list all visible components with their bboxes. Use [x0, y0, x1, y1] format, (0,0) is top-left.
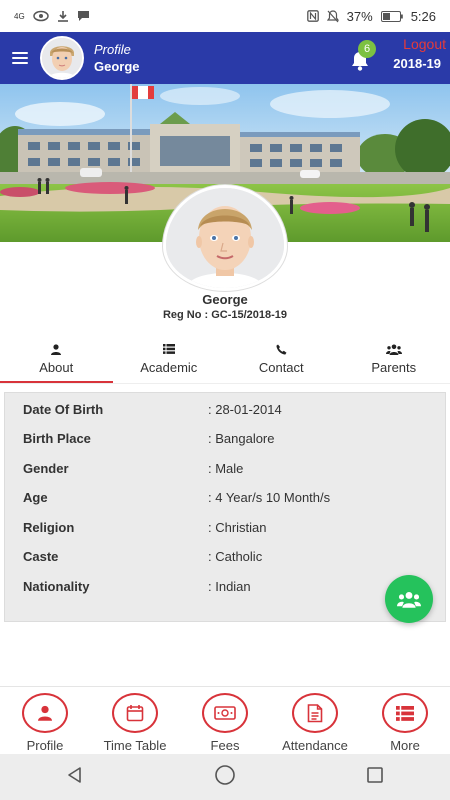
tab-parents[interactable]: Parents	[338, 334, 450, 383]
about-details-card: Date Of Birth : 28-01-2014 Birth Place :…	[4, 392, 446, 622]
detail-label: Religion	[23, 520, 75, 535]
users-icon	[385, 342, 402, 356]
document-icon	[307, 703, 323, 722]
detail-label: Birth Place	[23, 431, 91, 446]
detail-value: : Bangalore	[208, 431, 275, 446]
list-icon	[396, 705, 414, 721]
detail-value: : Male	[208, 461, 244, 476]
tab-contact-label: Contact	[258, 360, 304, 375]
header-page-label: Profile	[94, 42, 131, 57]
tab-academic-label: Academic	[140, 360, 198, 375]
mute-icon	[326, 9, 339, 23]
nav-time-table[interactable]: Time Table	[90, 687, 180, 754]
tab-academic[interactable]: Academic	[113, 334, 226, 383]
clock: 5:26	[410, 8, 436, 24]
menu-button[interactable]	[0, 32, 40, 84]
nfc-icon	[306, 10, 319, 22]
logout-button[interactable]: Logout	[403, 36, 446, 52]
system-navigation-bar	[0, 754, 450, 800]
hamburger-icon	[12, 52, 28, 64]
detail-value: : Indian	[208, 579, 251, 594]
header-avatar[interactable]	[40, 36, 84, 80]
download-icon	[57, 10, 69, 22]
academic-year[interactable]: 2018-19	[393, 56, 441, 71]
nav-more[interactable]: More	[360, 687, 450, 754]
nav-fees-label: Fees	[210, 738, 240, 753]
battery-percentage: 37%	[346, 8, 373, 24]
app-bar: Profile George 6 Logout 2018-19	[0, 32, 450, 84]
detail-value: : Catholic	[208, 549, 263, 564]
nav-time-table-label: Time Table	[103, 738, 167, 753]
money-icon	[214, 706, 236, 720]
detail-label: Date Of Birth	[23, 402, 104, 417]
tab-about[interactable]: About	[0, 334, 113, 383]
detail-label: Age	[23, 490, 48, 505]
nav-profile-label: Profile	[26, 738, 64, 753]
calendar-icon	[126, 705, 144, 722]
users-icon	[397, 591, 421, 608]
notification-button[interactable]: 6	[350, 40, 376, 71]
tab-parents-label: Parents	[371, 360, 417, 375]
student-name: George	[202, 292, 248, 307]
nav-attendance[interactable]: Attendance	[270, 687, 360, 754]
back-icon[interactable]	[65, 765, 85, 790]
eye-icon	[32, 10, 49, 22]
status-bar: 4G 37% 5:26	[0, 0, 450, 32]
tab-about-label: About	[39, 360, 74, 375]
home-icon[interactable]	[214, 764, 236, 791]
list-icon	[162, 342, 175, 356]
phone-icon	[276, 342, 287, 356]
chat-bubble-icon	[77, 10, 90, 22]
bottom-navigation: Profile Time Table Fees Attendance More	[0, 686, 450, 754]
user-icon	[51, 342, 62, 356]
detail-value: : 28-01-2014	[208, 402, 282, 417]
registration-number: Reg No : GC-15/2018-19	[162, 309, 288, 321]
tab-contact[interactable]: Contact	[225, 334, 338, 383]
notification-badge: 6	[358, 40, 376, 58]
nav-profile[interactable]: Profile	[0, 687, 90, 754]
battery-icon	[380, 10, 403, 22]
header-student-name: George	[94, 59, 140, 74]
nav-fees[interactable]: Fees	[180, 687, 270, 754]
recent-apps-icon[interactable]	[365, 765, 385, 790]
detail-label: Gender	[23, 461, 69, 476]
detail-value: : Christian	[208, 520, 267, 535]
nav-attendance-label: Attendance	[282, 738, 348, 753]
user-icon	[38, 705, 52, 721]
detail-label: Caste	[23, 549, 59, 564]
detail-label: Nationality	[23, 579, 90, 594]
nav-more-label: More	[390, 738, 420, 753]
detail-value: : 4 Year/s 10 Month/s	[208, 490, 331, 505]
profile-tabs: About Academic Contact Parents	[0, 334, 450, 384]
network-type-indicator: 4G	[14, 11, 25, 21]
group-fab-button[interactable]	[385, 575, 433, 623]
